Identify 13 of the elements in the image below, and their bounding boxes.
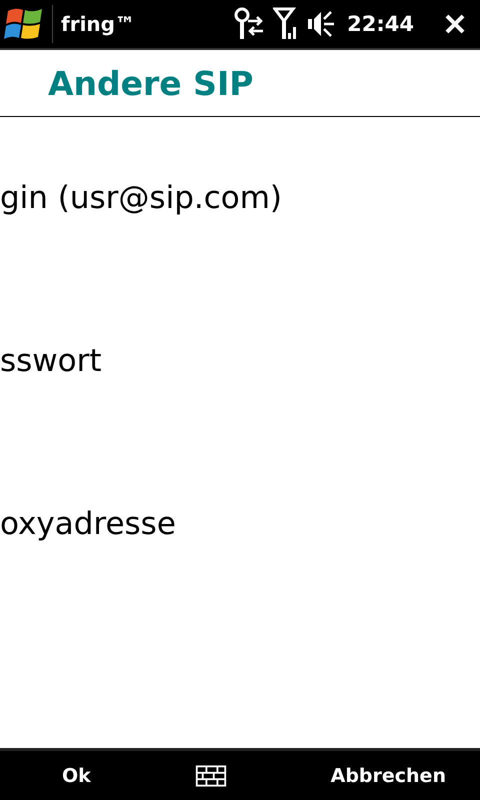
field-label: oxyadresse [0, 506, 176, 542]
page-title: Andere SIP [48, 64, 254, 102]
keyboard-icon[interactable] [194, 764, 227, 786]
speaker-muted-icon [307, 9, 336, 39]
field-label: sswort [0, 343, 102, 379]
app-title: fring™ [61, 12, 135, 36]
field-label: gin (usr@sip.com) [0, 180, 282, 216]
connectivity-icon [233, 7, 266, 41]
close-icon[interactable] [444, 13, 466, 35]
ok-softkey[interactable]: Ok [48, 760, 105, 790]
cancel-softkey[interactable]: Abbrechen [316, 760, 460, 790]
start-icon[interactable] [4, 7, 44, 41]
clock-time: 22:44 [347, 12, 414, 36]
